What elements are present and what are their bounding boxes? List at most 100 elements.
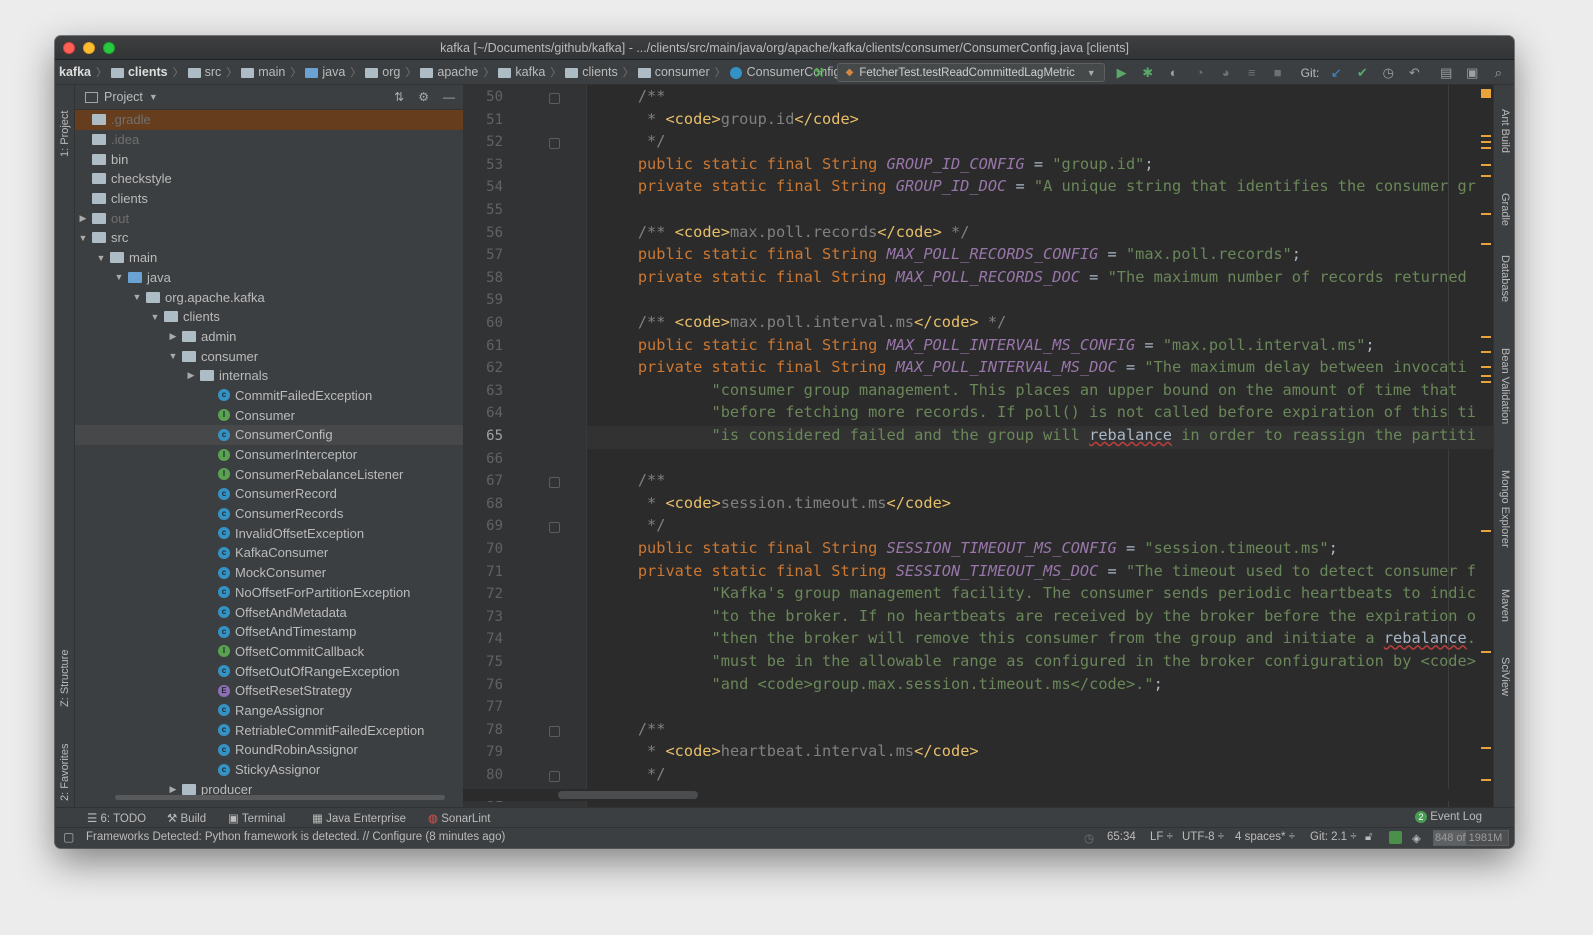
warning-mark[interactable] — [1481, 141, 1491, 143]
warning-mark[interactable] — [1481, 530, 1491, 532]
expanded-arrow-icon[interactable]: ▼ — [131, 292, 143, 302]
line-number[interactable]: 54 — [463, 179, 503, 195]
tree-item[interactable]: c ConsumerRecords — [75, 504, 463, 524]
tab-java-enterprise[interactable]: ▦ Java Enterprise — [312, 811, 406, 825]
tool-window-mongo-explorer[interactable]: Mongo Explorer — [1499, 470, 1511, 548]
warning-mark[interactable] — [1481, 175, 1491, 177]
run-anything-icon[interactable]: ≡ — [1243, 64, 1261, 82]
git-update-icon[interactable]: ↙ — [1327, 64, 1345, 82]
fold-marker-icon[interactable] — [549, 138, 560, 150]
warning-mark[interactable] — [1481, 336, 1491, 338]
fold-marker-icon[interactable] — [549, 477, 560, 489]
tree-item[interactable]: ▼ consumer — [75, 346, 463, 366]
line-number[interactable]: 60 — [463, 315, 503, 331]
warning-mark[interactable] — [1481, 375, 1491, 377]
breadcrumb-item[interactable]: apache 〉 — [416, 64, 494, 80]
line-number[interactable]: 59 — [463, 292, 503, 308]
warning-mark[interactable] — [1481, 747, 1491, 749]
warning-mark[interactable] — [1481, 147, 1491, 149]
tree-item[interactable]: c InvalidOffsetException — [75, 523, 463, 543]
line-number[interactable]: 72 — [463, 586, 503, 602]
line-number[interactable]: 56 — [463, 225, 503, 241]
tree-item[interactable]: ▶ internals — [75, 366, 463, 386]
git-history-icon[interactable]: ◷ — [1379, 64, 1397, 82]
expanded-arrow-icon[interactable]: ▼ — [95, 253, 107, 263]
tab-todo[interactable]: ☰ 6: TODO — [87, 811, 146, 825]
collapsed-arrow-icon[interactable]: ▶ — [167, 331, 179, 342]
attach-debugger-icon[interactable]: ◕ — [1217, 64, 1235, 82]
breadcrumb-item[interactable]: java 〉 — [301, 64, 361, 80]
run-icon[interactable]: ▶ — [1113, 64, 1131, 82]
line-number[interactable]: 57 — [463, 247, 503, 263]
line-number[interactable]: 77 — [463, 699, 503, 715]
chevron-down-icon[interactable]: ▼ — [149, 92, 158, 102]
tool-window-bean-validation[interactable]: Bean Validation — [1499, 348, 1511, 424]
breadcrumb-item[interactable]: main 〉 — [237, 64, 301, 80]
tool-window-gradle[interactable]: Gradle — [1499, 193, 1511, 226]
git-branch[interactable]: Git: 2.1 ÷ — [1310, 831, 1357, 843]
tab-sonarlint[interactable]: ◍ SonarLint — [428, 811, 490, 825]
line-number[interactable]: 68 — [463, 496, 503, 512]
line-number[interactable]: 69 — [463, 518, 503, 534]
tab-build[interactable]: ⚒ Build — [167, 811, 206, 825]
git-rollback-icon[interactable]: ↶ — [1405, 64, 1423, 82]
tool-window-ant-build[interactable]: Ant Build — [1499, 109, 1511, 153]
tree-item[interactable]: c KafkaConsumer — [75, 543, 463, 563]
tree-item[interactable]: clients — [75, 189, 463, 209]
line-number[interactable]: 51 — [463, 112, 503, 128]
tree-item[interactable]: c RetriableCommitFailedException — [75, 720, 463, 740]
line-number[interactable]: 74 — [463, 631, 503, 647]
line-number[interactable]: 73 — [463, 609, 503, 625]
tool-window-maven[interactable]: Maven — [1499, 589, 1511, 622]
line-separator[interactable]: LF ÷ — [1150, 831, 1173, 843]
tree-item[interactable]: c StickyAssignor — [75, 760, 463, 780]
tree-item[interactable]: c OffsetOutOfRangeException — [75, 661, 463, 681]
project-structure-icon[interactable]: ▤ — [1437, 64, 1455, 82]
tree-item[interactable]: c OffsetAndTimestamp — [75, 622, 463, 642]
line-number[interactable]: 63 — [463, 383, 503, 399]
gear-icon[interactable]: ⚙ — [418, 90, 429, 104]
tree-item[interactable]: c CommitFailedException — [75, 386, 463, 406]
project-horizontal-scrollbar[interactable] — [115, 795, 445, 800]
collapsed-arrow-icon[interactable]: ▶ — [185, 370, 197, 381]
line-number[interactable]: 61 — [463, 338, 503, 354]
file-encoding[interactable]: UTF-8 ÷ — [1182, 831, 1224, 843]
run-configuration-select[interactable]: ◆ FetcherTest.testReadCommittedLagMetric… — [836, 63, 1105, 82]
warning-mark[interactable] — [1481, 381, 1491, 383]
tree-item[interactable]: c ConsumerRecord — [75, 484, 463, 504]
fold-marker-icon[interactable] — [549, 725, 560, 737]
project-panel-title[interactable]: Project — [104, 90, 143, 104]
breadcrumb-item[interactable]: clients 〉 — [561, 64, 634, 80]
breadcrumb-item[interactable]: consumer 〉 — [634, 64, 726, 80]
build-hammer-icon[interactable]: ⚒ — [813, 65, 825, 81]
profile-icon[interactable]: ◔ — [1191, 64, 1209, 82]
expanded-arrow-icon[interactable]: ▼ — [149, 312, 161, 322]
collapsed-arrow-icon[interactable]: ▶ — [77, 213, 89, 224]
warning-mark[interactable] — [1481, 213, 1491, 215]
tree-item[interactable]: ▼ main — [75, 248, 463, 268]
line-number[interactable]: 79 — [463, 744, 503, 760]
line-number[interactable]: 53 — [463, 157, 503, 173]
warning-mark[interactable] — [1481, 164, 1491, 166]
fold-marker-icon[interactable] — [549, 93, 560, 104]
lock-icon[interactable]: 🔓︎ — [1365, 831, 1372, 844]
line-number[interactable]: 70 — [463, 541, 503, 557]
hide-panel-icon[interactable]: — — [443, 90, 455, 104]
breadcrumb-item[interactable]: clients 〉 — [107, 64, 184, 80]
warning-mark[interactable] — [1481, 651, 1491, 653]
caret-position[interactable]: 65:34 — [1107, 831, 1136, 843]
terminal-status-icon[interactable] — [1389, 831, 1402, 844]
line-number[interactable]: 76 — [463, 677, 503, 693]
line-number[interactable]: 78 — [463, 722, 503, 738]
warning-mark[interactable] — [1481, 366, 1491, 368]
warning-mark[interactable] — [1481, 135, 1491, 137]
tree-item[interactable]: ▶ admin — [75, 327, 463, 347]
expanded-arrow-icon[interactable]: ▼ — [113, 272, 125, 282]
line-number[interactable]: 67 — [463, 473, 503, 489]
toggle-tool-windows-icon[interactable]: ▢ — [63, 830, 74, 844]
warning-mark[interactable] — [1481, 89, 1491, 98]
tree-item[interactable]: E OffsetResetStrategy — [75, 681, 463, 701]
tree-item[interactable]: I Consumer — [75, 405, 463, 425]
tree-item[interactable]: c ConsumerConfig — [75, 425, 463, 445]
tree-item[interactable]: I OffsetCommitCallback — [75, 642, 463, 662]
